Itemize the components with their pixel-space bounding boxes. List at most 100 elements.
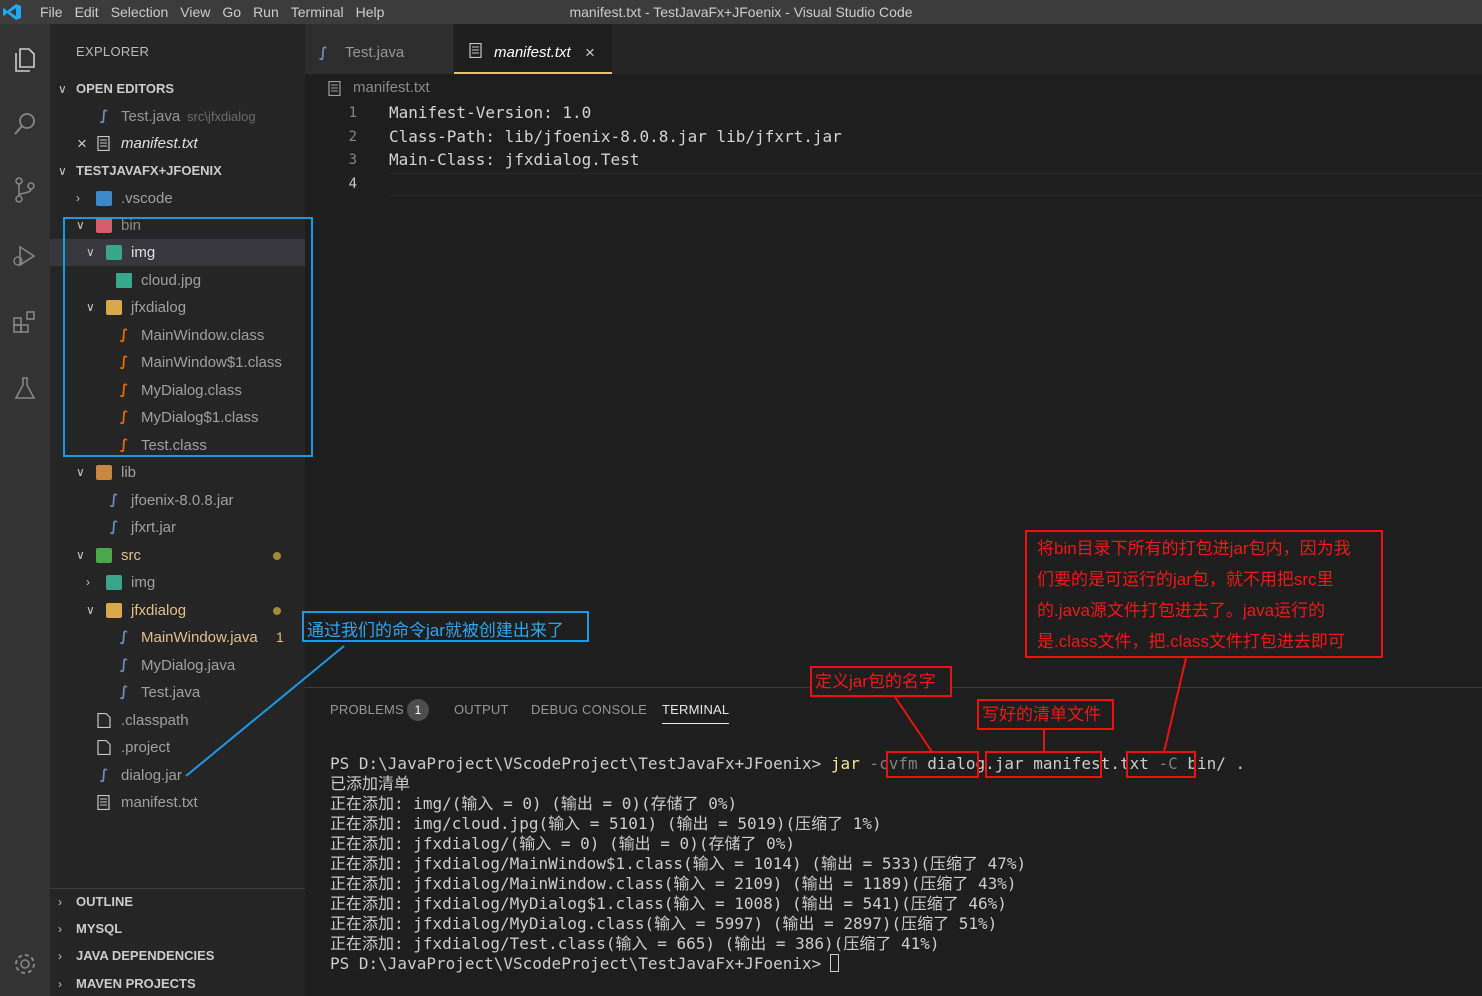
folder-icon — [106, 603, 122, 618]
window-title: manifest.txt - TestJavaFx+JFoenix - Visu… — [569, 4, 913, 20]
terminal-output-line: 正在添加: jfxdialog/MainWindow.class(输入 = 21… — [330, 874, 1017, 893]
java-file-icon: ∫ — [119, 684, 129, 700]
source-control-icon[interactable] — [5, 170, 45, 210]
tree-item-classpath[interactable]: .classpath — [50, 707, 305, 734]
chevron-right-icon: › — [58, 949, 62, 963]
annotation-box-jar-name — [886, 751, 979, 778]
tree-item-java[interactable]: ∫ MainWindow.java 1 — [50, 624, 305, 651]
java-file-icon: ∫ — [119, 629, 129, 645]
run-debug-icon[interactable] — [5, 236, 45, 276]
open-editor-manifest[interactable]: × manifest.txt — [50, 130, 305, 157]
chevron-down-icon: ∨ — [76, 465, 85, 479]
terminal-output-line: 正在添加: jfxdialog/Test.class(输入 = 665) (输出… — [330, 934, 940, 953]
annotation-bin-note: 将bin目录下所有的打包进jar包内，因为我 们要的是可运行的jar包，就不用把… — [1025, 530, 1383, 658]
line-number: 1 — [348, 105, 357, 121]
activity-bar — [0, 24, 50, 996]
settings-gear-icon[interactable] — [5, 944, 45, 984]
jar-file-icon: ∫ — [99, 767, 109, 783]
text-file-icon — [469, 43, 482, 58]
tree-item-jar[interactable]: ∫ jfxrt.jar — [50, 514, 305, 541]
bottom-panel: PROBLEMS 1 OUTPUT DEBUG CONSOLE TERMINAL… — [305, 687, 1482, 996]
tree-item-java[interactable]: ∫ MyDialog.java — [50, 652, 305, 679]
terminal-output-line: 正在添加: jfxdialog/MyDialog.class(输入 = 5997… — [330, 914, 998, 933]
lib-folder-icon — [96, 465, 112, 480]
file-icon — [97, 740, 111, 755]
tree-item-dialog-jar[interactable]: ∫ dialog.jar — [50, 762, 305, 789]
code-line: Class-Path: lib/jfoenix-8.0.8.jar lib/jf… — [389, 127, 842, 146]
chevron-down-icon: ∨ — [86, 603, 95, 617]
close-icon[interactable]: × — [77, 130, 87, 157]
terminal-cursor — [830, 954, 840, 972]
terminal-output-line: 正在添加: jfxdialog/(输入 = 0) (输出 = 0)(存储了 0%… — [330, 834, 795, 853]
tree-item-lib[interactable]: ∨ lib — [50, 459, 305, 486]
tree-item-src-jfxdialog[interactable]: ∨ jfxdialog — [50, 597, 305, 624]
code-line: Main-Class: jfxdialog.Test — [389, 150, 640, 169]
tree-item-project[interactable]: .project — [50, 734, 305, 761]
chevron-right-icon: › — [86, 575, 90, 589]
terminal-prompt[interactable]: PS D:\JavaProject\VScodeProject\TestJava… — [330, 954, 840, 974]
chevron-right-icon: › — [58, 977, 62, 991]
mysql-section[interactable]: › MYSQL — [50, 916, 305, 942]
project-section[interactable]: ∨ TESTJAVAFX+JFOENIX — [50, 158, 305, 184]
open-editors-section[interactable]: ∨ OPEN EDITORS — [50, 76, 305, 102]
tab-output[interactable]: OUTPUT — [454, 702, 509, 717]
src-folder-icon — [96, 548, 112, 563]
terminal-output-line: 正在添加: img/(输入 = 0) (输出 = 0)(存储了 0%) — [330, 794, 738, 813]
chevron-down-icon: ∨ — [58, 82, 67, 96]
explorer-icon[interactable] — [5, 40, 45, 80]
tab-problems[interactable]: PROBLEMS — [330, 702, 404, 717]
current-line-highlight — [389, 173, 1482, 196]
tab-terminal[interactable]: TERMINAL — [662, 702, 730, 724]
java-dependencies-section[interactable]: › JAVA DEPENDENCIES — [50, 943, 305, 969]
annotation-box-manifest — [985, 751, 1102, 778]
explorer-sidebar: EXPLORER ∨ OPEN EDITORS ∫ Test.java src\… — [50, 24, 305, 996]
tab-debug-console[interactable]: DEBUG CONSOLE — [531, 702, 647, 717]
annotation-box-bin — [1126, 751, 1196, 778]
terminal-output-line: 正在添加: img/cloud.jpg(输入 = 5101) (输出 = 501… — [330, 814, 882, 833]
jar-file-icon: ∫ — [109, 492, 119, 508]
java-file-icon: ∫ — [119, 657, 129, 673]
editor-tabs: ∫ Test.java manifest.txt × — [305, 24, 1482, 74]
terminal-command-line[interactable]: PS D:\JavaProject\VScodeProject\TestJava… — [330, 754, 1245, 774]
explorer-title: EXPLORER — [76, 44, 150, 59]
problems-count-badge: 1 — [407, 699, 429, 721]
modified-dot-icon — [273, 607, 281, 615]
java-file-icon: ∫ — [99, 108, 109, 124]
annotation-jar-created: 通过我们的命令jar就被创建出来了 — [302, 611, 589, 642]
terminal-output-line: 已添加清单 — [330, 774, 411, 793]
tree-item-jar[interactable]: ∫ jfoenix-8.0.8.jar — [50, 487, 305, 514]
tree-item-java[interactable]: ∫ Test.java — [50, 679, 305, 706]
jar-file-icon: ∫ — [109, 519, 119, 535]
chevron-right-icon: › — [58, 922, 62, 936]
search-icon[interactable] — [5, 104, 45, 144]
file-icon — [97, 713, 111, 728]
code-line: Manifest-Version: 1.0 — [389, 103, 592, 122]
vscode-folder-icon — [96, 191, 112, 206]
maven-projects-section[interactable]: › MAVEN PROJECTS — [50, 971, 305, 996]
terminal-output-line: 正在添加: jfxdialog/MyDialog$1.class(输入 = 10… — [330, 894, 1007, 913]
tree-item-vscode[interactable]: › .vscode — [50, 185, 305, 212]
testing-flask-icon[interactable] — [5, 368, 45, 408]
problem-count-badge: 1 — [276, 629, 284, 645]
line-number: 3 — [348, 152, 357, 168]
terminal-output-line: 正在添加: jfxdialog/MainWindow$1.class(输入 = … — [330, 854, 1027, 873]
annotation-bin-box — [63, 217, 313, 457]
annotation-manifest-file: 写好的清单文件 — [977, 699, 1114, 730]
open-editor-test-java[interactable]: ∫ Test.java src\jfxdialog — [50, 103, 305, 130]
outline-section[interactable]: › OUTLINE — [50, 888, 305, 914]
text-file-icon — [328, 81, 341, 96]
tab-manifest-txt[interactable]: manifest.txt × — [454, 24, 612, 74]
tree-item-src[interactable]: ∨ src — [50, 542, 305, 569]
image-folder-icon — [106, 575, 122, 590]
tree-item-manifest[interactable]: manifest.txt — [50, 789, 305, 816]
tree-item-src-img[interactable]: › img — [50, 569, 305, 596]
extensions-icon[interactable] — [5, 302, 45, 342]
text-file-icon — [97, 795, 110, 810]
text-file-icon — [97, 136, 110, 151]
line-number: 4 — [348, 176, 357, 192]
title-bar: File Edit Selection View Go Run Terminal… — [0, 0, 1482, 24]
chevron-right-icon: › — [76, 191, 80, 205]
chevron-down-icon: ∨ — [58, 164, 67, 178]
chevron-right-icon: › — [58, 895, 62, 909]
tab-test-java[interactable]: ∫ Test.java — [305, 24, 453, 74]
